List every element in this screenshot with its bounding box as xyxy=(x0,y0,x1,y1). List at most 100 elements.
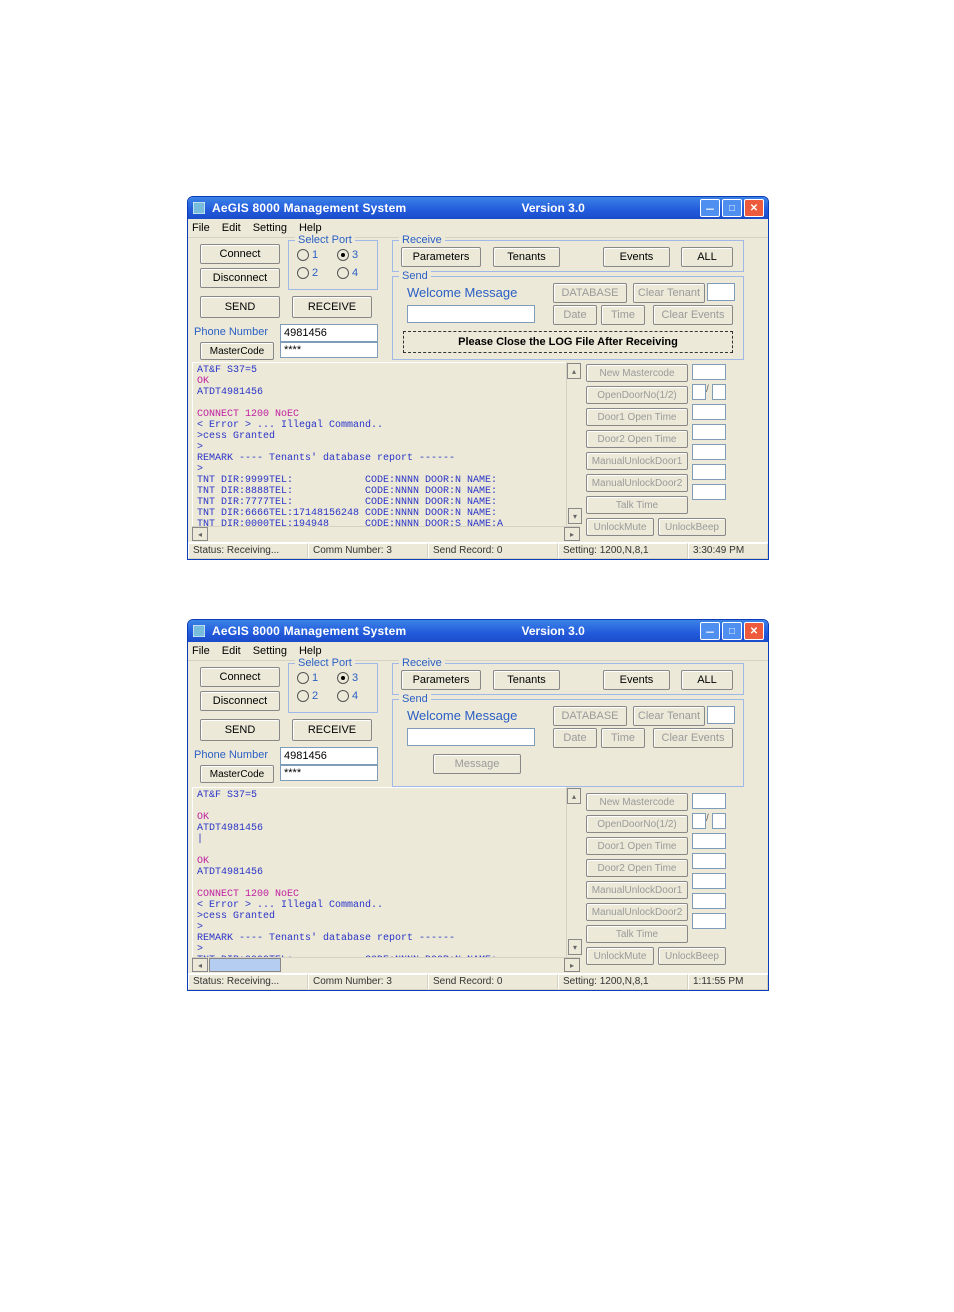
date-button[interactable]: Date xyxy=(553,305,597,325)
database-button[interactable]: DATABASE xyxy=(553,706,627,726)
tenants-button[interactable]: Tenants xyxy=(493,670,560,690)
terminal-vscroll[interactable]: ▴ ▾ xyxy=(566,787,581,957)
manual-unlock-door2-button[interactable]: ManualUnlockDoor2 xyxy=(586,903,688,921)
terminal-hscroll[interactable]: ◂ ▸ xyxy=(192,526,580,541)
manual-unlock-door2-button[interactable]: ManualUnlockDoor2 xyxy=(586,474,688,492)
manual-unlock-door1-button[interactable]: ManualUnlockDoor1 xyxy=(586,881,688,899)
scroll-up-icon[interactable]: ▴ xyxy=(567,363,581,379)
clear-tenant-field[interactable] xyxy=(707,283,735,301)
terminal-hscroll[interactable]: ◂ ▸ xyxy=(192,957,580,972)
close-button[interactable]: ✕ xyxy=(744,622,764,640)
disconnect-button[interactable]: Disconnect xyxy=(200,691,280,711)
manual-unlock2-field[interactable] xyxy=(692,464,726,480)
mastercode-button[interactable]: MasterCode xyxy=(200,765,274,783)
titlebar[interactable]: AeGIS 8000 Management System Version 3.0… xyxy=(188,620,768,642)
door1-open-time-button[interactable]: Door1 Open Time xyxy=(586,837,688,855)
door1-open-time-button[interactable]: Door1 Open Time xyxy=(586,408,688,426)
open-door-field1[interactable] xyxy=(692,813,706,829)
scroll-right-icon[interactable]: ▸ xyxy=(564,527,580,541)
receive-button[interactable]: RECEIVE xyxy=(292,719,372,741)
events-button[interactable]: Events xyxy=(603,247,670,267)
hscroll-thumb[interactable] xyxy=(209,958,281,972)
connect-button[interactable]: Connect xyxy=(200,667,280,687)
unlock-beep-button[interactable]: UnlockBeep xyxy=(658,947,726,965)
port-4-radio[interactable]: 4 xyxy=(337,690,358,702)
mastercode-input[interactable] xyxy=(280,342,378,358)
time-button[interactable]: Time xyxy=(601,305,645,325)
clear-tenant-button[interactable]: Clear Tenant xyxy=(633,706,705,726)
scroll-left-icon[interactable]: ◂ xyxy=(192,958,208,972)
send-button[interactable]: SEND xyxy=(200,719,280,741)
open-door-field2[interactable] xyxy=(712,384,726,400)
talk-time-button[interactable]: Talk Time xyxy=(586,925,688,943)
manual-unlock-door1-button[interactable]: ManualUnlockDoor1 xyxy=(586,452,688,470)
date-button[interactable]: Date xyxy=(553,728,597,748)
scroll-down-icon[interactable]: ▾ xyxy=(568,508,582,524)
menu-edit[interactable]: Edit xyxy=(222,645,241,657)
clear-tenant-field[interactable] xyxy=(707,706,735,724)
database-button[interactable]: DATABASE xyxy=(553,283,627,303)
unlock-mute-button[interactable]: UnlockMute xyxy=(586,518,654,536)
menu-setting[interactable]: Setting xyxy=(253,222,287,234)
port-4-radio[interactable]: 4 xyxy=(337,267,358,279)
open-door-no-button[interactable]: OpenDoorNo(1/2) xyxy=(586,386,688,404)
new-mastercode-button[interactable]: New Mastercode xyxy=(586,364,688,382)
menu-help[interactable]: Help xyxy=(299,222,322,234)
parameters-button[interactable]: Parameters xyxy=(401,670,481,690)
scroll-up-icon[interactable]: ▴ xyxy=(567,788,581,804)
titlebar[interactable]: AeGIS 8000 Management System Version 3.0… xyxy=(188,197,768,219)
talk-time-field[interactable] xyxy=(692,484,726,500)
new-mastercode-field[interactable] xyxy=(692,364,726,380)
close-log-button[interactable]: Please Close the LOG File After Receivin… xyxy=(403,331,733,353)
all-button[interactable]: ALL xyxy=(681,247,733,267)
door2-open-field[interactable] xyxy=(692,853,726,869)
port-3-radio[interactable]: 3 xyxy=(337,672,358,684)
port-3-radio[interactable]: 3 xyxy=(337,249,358,261)
menu-help[interactable]: Help xyxy=(299,645,322,657)
manual-unlock2-field[interactable] xyxy=(692,893,726,909)
open-door-field1[interactable] xyxy=(692,384,706,400)
tenants-button[interactable]: Tenants xyxy=(493,247,560,267)
manual-unlock1-field[interactable] xyxy=(692,444,726,460)
send-button[interactable]: SEND xyxy=(200,296,280,318)
mastercode-button[interactable]: MasterCode xyxy=(200,342,274,360)
scroll-right-icon[interactable]: ▸ xyxy=(564,958,580,972)
scroll-left-icon[interactable]: ◂ xyxy=(192,527,208,541)
unlock-mute-button[interactable]: UnlockMute xyxy=(586,947,654,965)
clear-events-button[interactable]: Clear Events xyxy=(653,305,733,325)
new-mastercode-button[interactable]: New Mastercode xyxy=(586,793,688,811)
menu-setting[interactable]: Setting xyxy=(253,645,287,657)
receive-button[interactable]: RECEIVE xyxy=(292,296,372,318)
close-button[interactable]: ✕ xyxy=(744,199,764,217)
door1-open-field[interactable] xyxy=(692,404,726,420)
disconnect-button[interactable]: Disconnect xyxy=(200,268,280,288)
welcome-input[interactable] xyxy=(407,728,535,746)
menu-file[interactable]: File xyxy=(192,645,210,657)
door2-open-time-button[interactable]: Door2 Open Time xyxy=(586,430,688,448)
clear-tenant-button[interactable]: Clear Tenant xyxy=(633,283,705,303)
clear-events-button[interactable]: Clear Events xyxy=(653,728,733,748)
door2-open-field[interactable] xyxy=(692,424,726,440)
new-mastercode-field[interactable] xyxy=(692,793,726,809)
door1-open-field[interactable] xyxy=(692,833,726,849)
menu-edit[interactable]: Edit xyxy=(222,222,241,234)
minimize-button[interactable]: － xyxy=(700,622,720,640)
talk-time-field[interactable] xyxy=(692,913,726,929)
terminal-vscroll[interactable]: ▴ ▾ xyxy=(566,362,581,526)
events-button[interactable]: Events xyxy=(603,670,670,690)
all-button[interactable]: ALL xyxy=(681,670,733,690)
unlock-beep-button[interactable]: UnlockBeep xyxy=(658,518,726,536)
menu-file[interactable]: File xyxy=(192,222,210,234)
parameters-button[interactable]: Parameters xyxy=(401,247,481,267)
open-door-no-button[interactable]: OpenDoorNo(1/2) xyxy=(586,815,688,833)
maximize-button[interactable]: □ xyxy=(722,622,742,640)
phone-number-input[interactable] xyxy=(280,747,378,765)
port-1-radio[interactable]: 1 xyxy=(297,249,318,261)
port-1-radio[interactable]: 1 xyxy=(297,672,318,684)
phone-number-input[interactable] xyxy=(280,324,378,342)
maximize-button[interactable]: □ xyxy=(722,199,742,217)
scroll-down-icon[interactable]: ▾ xyxy=(568,939,582,955)
mastercode-input[interactable] xyxy=(280,765,378,781)
message-button[interactable]: Message xyxy=(433,754,521,774)
time-button[interactable]: Time xyxy=(601,728,645,748)
